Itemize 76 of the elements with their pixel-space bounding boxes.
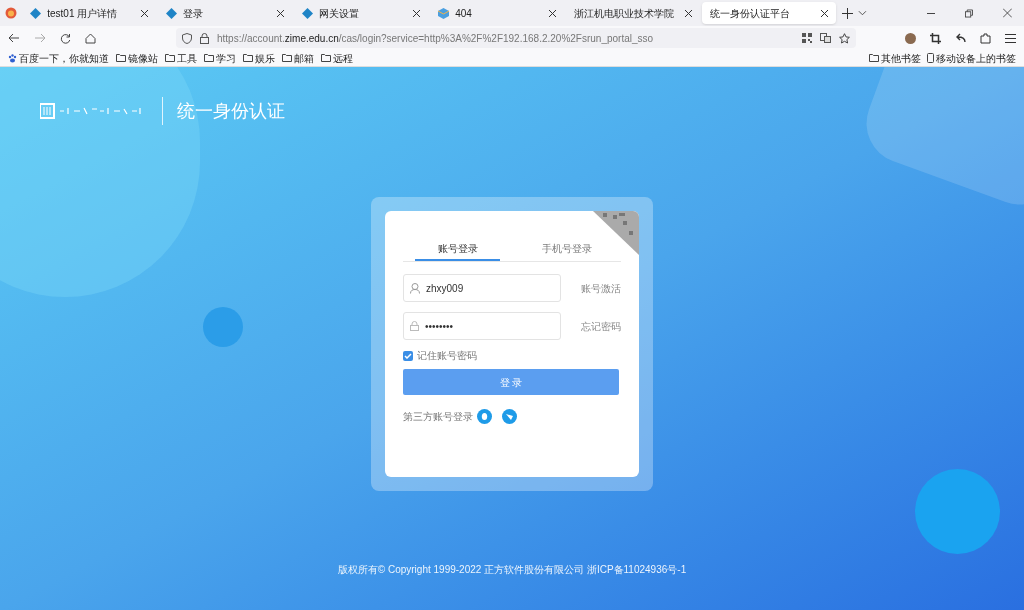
qr-code-icon[interactable] [802,33,812,43]
login-tab[interactable]: 账号登录 [415,237,500,261]
tab-title: test01 用户详情 [47,6,119,21]
close-tab-icon[interactable] [413,9,421,17]
forgot-password-link[interactable]: 忘记密码 [581,318,621,334]
diamond-favicon-icon [166,7,178,19]
undo-arrow-icon[interactable] [955,33,966,43]
crop-icon[interactable] [930,32,941,44]
close-tab-icon[interactable] [685,9,693,17]
tab-list-icon[interactable] [858,10,868,16]
bookmark-item[interactable]: 邮箱 [282,50,314,66]
folder-icon [165,54,175,62]
third-party-login-label: 第三方账号登录 [403,410,473,424]
lock-icon [410,321,419,331]
penguin-icon[interactable] [477,409,492,424]
browser-tab[interactable]: 浙江机电职业技术学院 [566,2,701,24]
bookmark-item[interactable]: 工具 [165,50,197,66]
bookmark-item[interactable]: 镜像站 [116,50,158,66]
folder-icon [204,54,214,62]
diamond-favicon-icon [30,7,42,19]
copyright-text: 版权所有© Copyright 1999-2022 正方软件股份有限公司 浙ICP备11024936号-1 [337,563,687,577]
bookmark-item[interactable]: 娱乐 [243,50,275,66]
restore-icon[interactable] [965,8,974,18]
tab-title: 登录 [183,6,205,21]
phone-icon [927,53,934,63]
folder-icon [116,54,126,62]
tab-title: 统一身份认证平台 [710,6,792,21]
close-tab-icon[interactable] [821,9,829,17]
tab-title: 网关设置 [319,6,361,21]
qr-code-corner-icon[interactable] [593,211,639,255]
extensions-icon[interactable] [980,32,991,44]
reload-icon[interactable] [60,32,71,44]
minimize-icon[interactable] [927,12,936,14]
bookmark-item[interactable]: 远程 [321,50,353,66]
close-icon[interactable] [1003,8,1012,18]
user-icon [410,282,420,294]
paw-icon [8,53,17,63]
shield-icon [182,32,192,44]
activate-account-link[interactable]: 账号激活 [581,280,621,296]
folder-icon [282,54,292,62]
browser-tab[interactable]: 网关设置 [294,2,429,24]
folder-icon [321,54,331,62]
menu-icon[interactable] [1005,33,1016,43]
folder-icon [243,54,253,62]
lock-icon [200,32,209,44]
password-field[interactable]: •••••••• [403,312,561,340]
browser-tab[interactable]: 404 [430,2,565,24]
close-tab-icon[interactable] [549,9,557,17]
bookmark-item[interactable]: 其他书签 [869,50,921,66]
tab-title: 浙江机电职业技术学院 [574,6,676,21]
profile-avatar-icon[interactable] [905,32,916,44]
bird-icon[interactable] [502,409,517,424]
login-tab[interactable]: 手机号登录 [524,237,609,261]
folder-icon [869,54,879,62]
page-title: 统一身份认证 [177,99,285,123]
close-tab-icon[interactable] [141,9,149,17]
remember-checkbox[interactable] [403,350,413,361]
browser-tab[interactable]: 登录 [158,2,293,24]
home-icon[interactable] [85,32,96,44]
diamond-favicon-icon [302,7,314,19]
address-bar[interactable]: https://account.zime.edu.cn/cas/login?service=http%3A%2F%2F192.168.2.20%2Fsrun_portal_sso [176,28,856,48]
translate-icon[interactable] [820,33,831,43]
close-tab-icon[interactable] [277,9,285,17]
username-field[interactable]: zhxy009 [403,274,561,302]
browser-logo-icon[interactable] [4,7,17,19]
cube-favicon-icon [438,7,450,19]
browser-tab[interactable]: test01 用户详情 [22,2,157,24]
browser-tab[interactable]: 统一身份认证平台 [702,2,837,24]
bookmark-item[interactable]: 移动设备上的书签 [927,50,1016,66]
bookmark-item[interactable]: 百度一下，你就知道 [8,50,109,66]
star-icon[interactable] [839,32,850,44]
remember-label: 记住账号密码 [417,349,477,363]
url-text: https://account.zime.edu.cn/cas/login?service=http%3A%2F%2F192.168.2.20%2Fsrun_portal_sso [217,31,654,46]
tab-title: 404 [455,6,473,21]
back-arrow-icon[interactable] [8,33,20,43]
bookmark-item[interactable]: 学习 [204,50,236,66]
